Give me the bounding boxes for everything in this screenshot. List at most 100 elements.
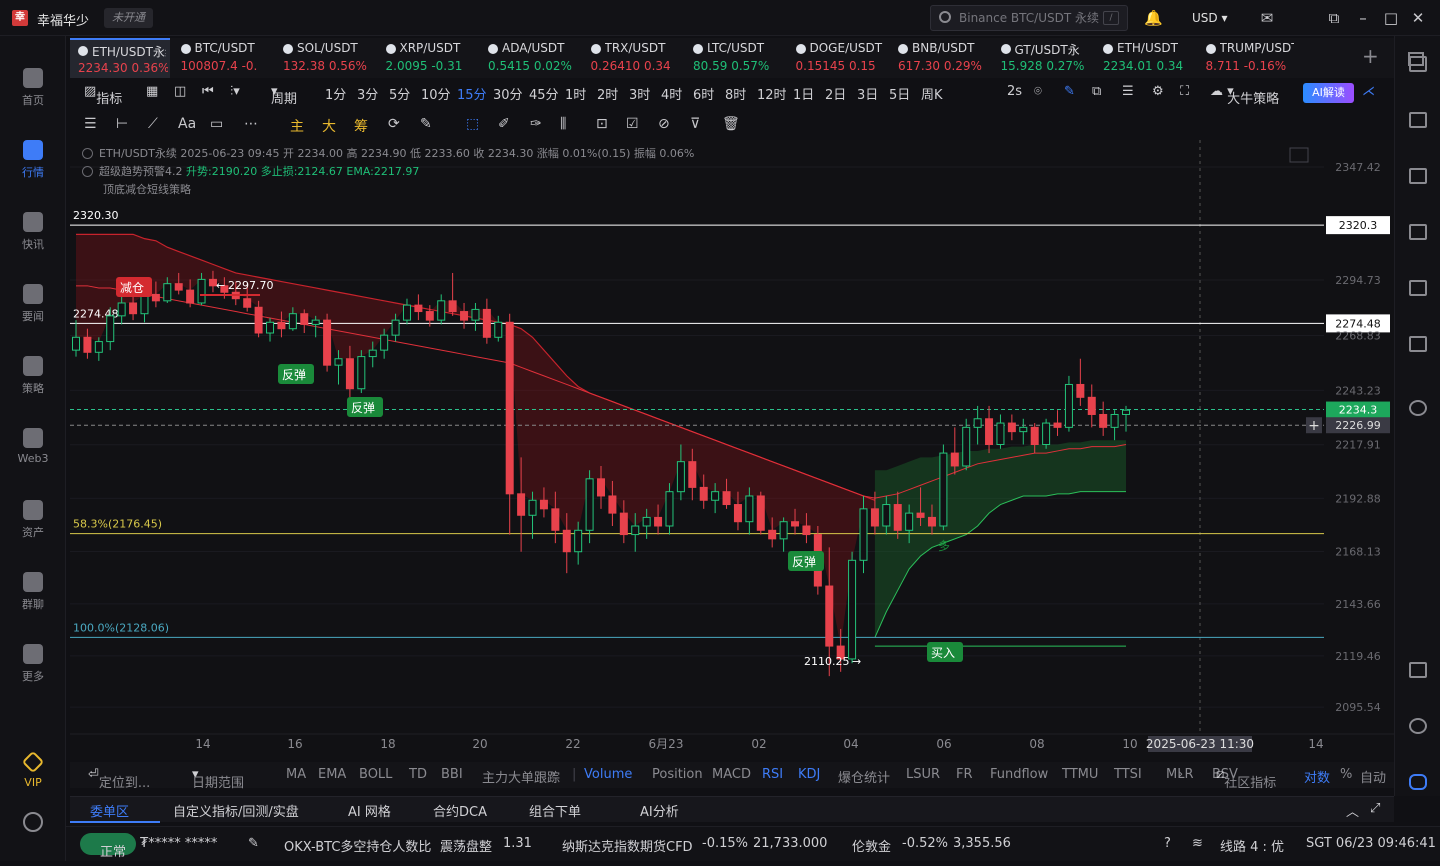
candle-body[interactable] xyxy=(711,491,720,501)
close-icon[interactable]: ✕ xyxy=(1409,9,1427,27)
main-indicator[interactable]: MA xyxy=(286,767,306,782)
cursor-tool-icon[interactable]: ⬚ xyxy=(466,116,479,132)
sub-indicator[interactable]: FR xyxy=(956,767,973,782)
candle-body[interactable] xyxy=(94,341,103,353)
main-indicator[interactable]: BOLL xyxy=(359,767,392,782)
share-icon[interactable]: ⋌ xyxy=(1362,84,1375,99)
candle-body[interactable] xyxy=(1064,383,1073,428)
candle-body[interactable] xyxy=(414,304,423,313)
candle-body[interactable] xyxy=(277,321,286,330)
candle-body[interactable] xyxy=(688,461,697,488)
candle-body[interactable] xyxy=(368,349,377,358)
news-ticker-3[interactable]: 伦敦金 xyxy=(852,836,891,855)
menu-icon[interactable]: ☰ xyxy=(84,116,97,132)
candle-body[interactable] xyxy=(927,516,936,527)
candle-body[interactable] xyxy=(882,504,891,527)
filter-tool-icon[interactable]: ⊽ xyxy=(690,116,700,132)
candle-body[interactable] xyxy=(779,521,788,540)
sub-indicator[interactable]: LSUR xyxy=(906,767,940,782)
ticker-tab[interactable]: ETH/USDT 2234.01 0.34 xyxy=(1095,38,1195,78)
interval-10[interactable]: 4时 xyxy=(661,84,682,103)
candle-body[interactable] xyxy=(985,418,994,446)
expand-icon[interactable]: ⤢ xyxy=(1370,801,1380,816)
ticker-tab[interactable]: SOL/USDT 132.38 0.56% xyxy=(275,38,375,78)
candle-body[interactable] xyxy=(1110,413,1119,428)
interval-15[interactable]: 2日 xyxy=(825,84,846,103)
sub-indicator[interactable]: Volume xyxy=(584,767,632,782)
minimize-icon[interactable]: – xyxy=(1354,9,1372,27)
popout-icon[interactable]: ⧉ xyxy=(1325,9,1343,27)
trash-icon[interactable]: 🗑 xyxy=(722,116,740,132)
sidebar-item-headlines[interactable]: 要闻 xyxy=(0,280,66,338)
trendline-tool-icon[interactable]: ⟋ xyxy=(148,116,158,132)
news-ticker-1[interactable]: OKX-BTC多空持仓人数比 xyxy=(284,836,431,855)
window-icon[interactable]: ⧉ xyxy=(1092,84,1101,99)
marker-tool-icon[interactable]: ✑ xyxy=(530,116,542,132)
candle-body[interactable] xyxy=(631,525,640,536)
candle-body[interactable] xyxy=(950,452,959,467)
add-tab-icon[interactable]: + xyxy=(1362,44,1379,68)
magnet-tool-icon[interactable]: ⊘ xyxy=(658,116,670,132)
candle-body[interactable] xyxy=(608,495,617,514)
bottom-tab[interactable]: AI分析 xyxy=(640,801,679,820)
ticker-tab[interactable]: DOGE/USDT 0.15145 0.15 xyxy=(788,38,888,78)
rewind-icon[interactable]: ⏮ xyxy=(202,84,214,99)
candle-body[interactable] xyxy=(551,508,560,531)
candle-body[interactable] xyxy=(973,418,982,428)
candle-type-icon[interactable]: ⫶▾ xyxy=(230,84,240,99)
ticker-tab[interactable]: BNB/USDT 617.30 0.29% xyxy=(890,38,990,78)
candle-body[interactable] xyxy=(72,336,80,351)
candle-body[interactable] xyxy=(163,283,172,302)
candle-body[interactable] xyxy=(768,529,777,540)
candle-body[interactable] xyxy=(140,293,149,315)
candle-body[interactable] xyxy=(345,358,354,390)
candle-body[interactable] xyxy=(642,516,651,527)
interval-6[interactable]: 45分 xyxy=(529,84,559,103)
more-tools-icon[interactable]: ⋯ xyxy=(244,116,258,132)
grid-icon[interactable] xyxy=(1408,52,1424,66)
candlestick-chart[interactable]: 2320.302320.32274.482274.4858.3%(2176.45… xyxy=(70,140,1394,760)
sub-indicator[interactable]: TTMU xyxy=(1062,767,1098,782)
interval-2[interactable]: 5分 xyxy=(389,84,410,103)
sidebar-item-web3[interactable]: Web3 xyxy=(0,424,66,482)
candle-body[interactable] xyxy=(870,508,879,527)
refresh-interval[interactable]: 2s xyxy=(1007,84,1022,99)
sidebar-item-strategy[interactable]: 策略 xyxy=(0,352,66,410)
log-scale-toggle[interactable]: 对数 xyxy=(1304,767,1330,786)
ticker-tab[interactable]: XRP/USDT 2.0095 -0.31 xyxy=(378,38,478,78)
sidebar-item-settings[interactable] xyxy=(0,808,66,866)
headset-icon[interactable] xyxy=(1409,718,1427,734)
cycle-tool-icon[interactable]: ⟳ xyxy=(388,116,400,132)
bottom-tab[interactable]: 委单区 xyxy=(90,801,129,820)
main-indicator[interactable]: TD xyxy=(409,767,427,782)
candle-body[interactable] xyxy=(437,300,446,321)
candle-body[interactable] xyxy=(243,298,252,308)
layout-icon[interactable] xyxy=(1409,662,1427,678)
interval-5[interactable]: 30分 xyxy=(493,84,523,103)
dollar-icon[interactable] xyxy=(1409,168,1427,184)
interval-13[interactable]: 12时 xyxy=(757,84,787,103)
candle-body[interactable] xyxy=(391,319,400,336)
candle-body[interactable] xyxy=(893,504,902,531)
sub-indicator[interactable]: RSI xyxy=(762,767,783,782)
layout-split-icon[interactable]: ◫ xyxy=(174,84,186,99)
draw-icon[interactable]: ✎ xyxy=(1064,84,1075,99)
candle-body[interactable] xyxy=(402,304,411,321)
hline-tool-icon[interactable]: ⊢ xyxy=(116,116,128,132)
brush-tool-icon[interactable]: ✎ xyxy=(420,116,432,132)
sidebar-item-more[interactable]: 更多 xyxy=(0,640,66,698)
line-status[interactable]: 线路 4 : 优 xyxy=(1220,836,1284,855)
camera-icon[interactable]: ⌾ xyxy=(1034,84,1042,99)
locate-button[interactable]: ⏎ 定位到... xyxy=(88,767,150,791)
interval-4[interactable]: 15分 xyxy=(457,84,487,103)
candle-body[interactable] xyxy=(1122,409,1130,415)
interval-9[interactable]: 3时 xyxy=(629,84,650,103)
ai-interpret-button[interactable]: AI解读 xyxy=(1303,83,1354,103)
chart-expand-icon[interactable] xyxy=(1289,147,1309,163)
candle-body[interactable] xyxy=(380,334,389,351)
interval-3[interactable]: 10分 xyxy=(421,84,451,103)
candle-body[interactable] xyxy=(791,521,800,527)
candle-body[interactable] xyxy=(106,315,115,343)
candle-body[interactable] xyxy=(597,478,605,497)
text-tool-icon[interactable]: Aa xyxy=(178,116,196,132)
